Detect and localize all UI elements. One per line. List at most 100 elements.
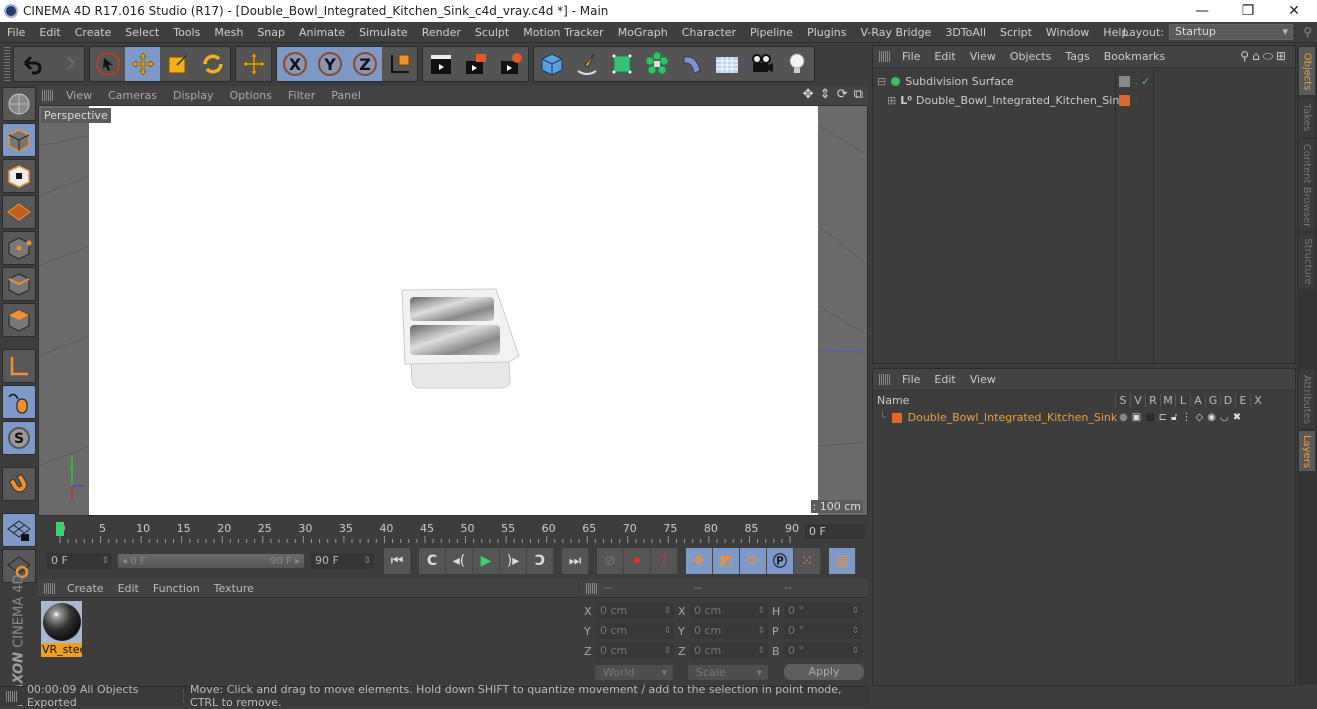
layer-column-x[interactable]: X: [1250, 393, 1265, 407]
deformers-flag-icon[interactable]: ◉: [1207, 412, 1216, 423]
current-frame-field[interactable]: 0 F: [805, 524, 865, 539]
tab-structure[interactable]: Structure: [1299, 233, 1315, 289]
go-to-start-button[interactable]: ⏮: [384, 548, 411, 574]
timeline-window-button[interactable]: ▤: [829, 548, 856, 574]
layer-column-r[interactable]: R: [1145, 393, 1160, 407]
playhead[interactable]: [56, 522, 64, 536]
menu-tools[interactable]: Tools: [166, 26, 207, 39]
visibility-dots-icon[interactable]: ⁚: [1135, 77, 1138, 86]
object-menu-tags[interactable]: Tags: [1058, 50, 1096, 63]
viewport-3d[interactable]: y Perspective : 100 cm: [38, 105, 868, 516]
panel-grip[interactable]: [44, 582, 56, 594]
menu-animate[interactable]: Animate: [292, 26, 352, 39]
expressions-flag-icon[interactable]: ◡: [1220, 412, 1229, 423]
size-x-field[interactable]: 0 cm: [690, 603, 768, 619]
viewport-menu-filter[interactable]: Filter: [280, 89, 323, 102]
size-y-field[interactable]: 0 cm: [690, 623, 768, 639]
end-frame-field[interactable]: 90 F: [310, 553, 374, 569]
previous-frame-button[interactable]: ◂(: [446, 548, 473, 574]
transform-mode-dropdown[interactable]: Scale: [688, 665, 768, 680]
cube-primitive-button[interactable]: [534, 47, 569, 81]
layer-color-tag[interactable]: [1119, 95, 1130, 106]
panel-grip[interactable]: [879, 51, 891, 62]
size-z-field[interactable]: 0 cm: [690, 643, 768, 659]
record-position-button[interactable]: ✥: [686, 548, 713, 574]
tab-content-browser[interactable]: Content Browser: [1299, 139, 1315, 231]
layer-column-a[interactable]: A: [1190, 393, 1205, 407]
workplane-mode-button[interactable]: [2, 195, 36, 229]
tab-objects[interactable]: Objects: [1299, 47, 1315, 95]
move-tool[interactable]: [125, 47, 160, 81]
animation-flag-icon[interactable]: ⋮: [1182, 412, 1192, 423]
rotation-p-field[interactable]: 0 °: [784, 623, 862, 639]
next-frame-button[interactable]: )▸: [500, 548, 527, 574]
menu-create[interactable]: Create: [68, 26, 119, 39]
material-menu-texture[interactable]: Texture: [207, 582, 261, 595]
viewport-menu-view[interactable]: View: [58, 89, 100, 102]
scale-tool[interactable]: [160, 47, 195, 81]
menu-3dtoall[interactable]: 3DToAll: [938, 26, 993, 39]
record-parameter-button[interactable]: Ⓟ: [767, 548, 794, 574]
material-menu-create[interactable]: Create: [60, 582, 111, 595]
frame-range-slider[interactable]: ◂ 0 F 90 F ▸: [118, 554, 304, 568]
snap-button[interactable]: [2, 467, 36, 501]
workplane-lock-button[interactable]: [2, 513, 36, 547]
menu-plugins[interactable]: Plugins: [800, 26, 853, 39]
menu-mograph[interactable]: MoGraph: [611, 26, 675, 39]
expand-icon[interactable]: ⊞: [887, 94, 896, 107]
subdivision-surface-button[interactable]: [604, 47, 639, 81]
go-to-previous-key-button[interactable]: C: [419, 548, 446, 574]
layer-column-v[interactable]: V: [1130, 393, 1145, 407]
object-manager-nav-icons[interactable]: ⚲⌂⬭⊞: [1240, 49, 1289, 64]
viewport-menu-display[interactable]: Display: [165, 89, 222, 102]
go-to-next-key-button[interactable]: Ɔ: [527, 548, 554, 574]
menu-window[interactable]: Window: [1039, 26, 1096, 39]
coordinate-system-button[interactable]: [382, 47, 417, 81]
search-icon[interactable]: ⚲: [1303, 25, 1312, 39]
layer-menu-file[interactable]: File: [895, 373, 927, 386]
viewport-menu-options[interactable]: Options: [222, 89, 280, 102]
toolbar-grip[interactable]: [4, 47, 10, 81]
x-axis-lock-button[interactable]: X: [277, 47, 312, 81]
render-settings-button[interactable]: [493, 47, 528, 81]
menu-simulate[interactable]: Simulate: [352, 26, 415, 39]
record-scale-button[interactable]: ◩: [713, 548, 740, 574]
cloner-button[interactable]: [639, 47, 674, 81]
manager-flag-icon[interactable]: ⊏: [1159, 412, 1167, 423]
object-menu-edit[interactable]: Edit: [927, 50, 962, 63]
coordinate-mode-dropdown[interactable]: World: [595, 665, 673, 680]
layer-name[interactable]: Double_Bowl_Integrated_Kitchen_Sink: [908, 411, 1118, 424]
layer-column-d[interactable]: D: [1220, 393, 1235, 407]
texture-mode-button[interactable]: [2, 159, 36, 193]
solo-flag-icon[interactable]: ●: [1119, 412, 1128, 423]
object-menu-file[interactable]: File: [895, 50, 927, 63]
generators-flag-icon[interactable]: ◇: [1196, 412, 1204, 423]
position-z-field[interactable]: 0 cm: [596, 643, 674, 659]
layer-menu-edit[interactable]: Edit: [927, 373, 962, 386]
object-menu-objects[interactable]: Objects: [1003, 50, 1059, 63]
menu-script[interactable]: Script: [993, 26, 1039, 39]
object-menu-bookmarks[interactable]: Bookmarks: [1097, 50, 1172, 63]
pen-spline-button[interactable]: [569, 47, 604, 81]
position-y-field[interactable]: 0 cm: [596, 623, 674, 639]
undo-button[interactable]: [14, 47, 49, 81]
camera-button[interactable]: [744, 47, 779, 81]
menu-select[interactable]: Select: [118, 26, 166, 39]
rotation-h-field[interactable]: 0 °: [784, 603, 862, 619]
close-button[interactable]: ✕: [1271, 0, 1317, 22]
viewport-menu-panel[interactable]: Panel: [323, 89, 369, 102]
record-point-level-button[interactable]: ⁙: [794, 548, 821, 574]
floor-button[interactable]: [709, 47, 744, 81]
menu-edit[interactable]: Edit: [32, 26, 67, 39]
go-to-end-button[interactable]: ⏭: [562, 548, 589, 574]
render-to-picture-viewer-button[interactable]: [458, 47, 493, 81]
layer-flags[interactable]: ● ▣ ▦ ⊏ 🔓︎ ⋮ ◇ ◉ ◡ ✖: [1119, 412, 1241, 423]
layer-column-l[interactable]: L: [1175, 393, 1190, 407]
start-frame-field[interactable]: 0 F: [46, 553, 112, 569]
tab-attributes[interactable]: Attributes: [1299, 370, 1315, 428]
panel-grip[interactable]: [42, 90, 54, 101]
object-name[interactable]: Double_Bowl_Integrated_Kitchen_Sink: [916, 94, 1126, 107]
play-button[interactable]: ▶: [473, 548, 500, 574]
tweak-mode-button[interactable]: [2, 385, 36, 419]
live-selection-tool[interactable]: [90, 47, 125, 81]
